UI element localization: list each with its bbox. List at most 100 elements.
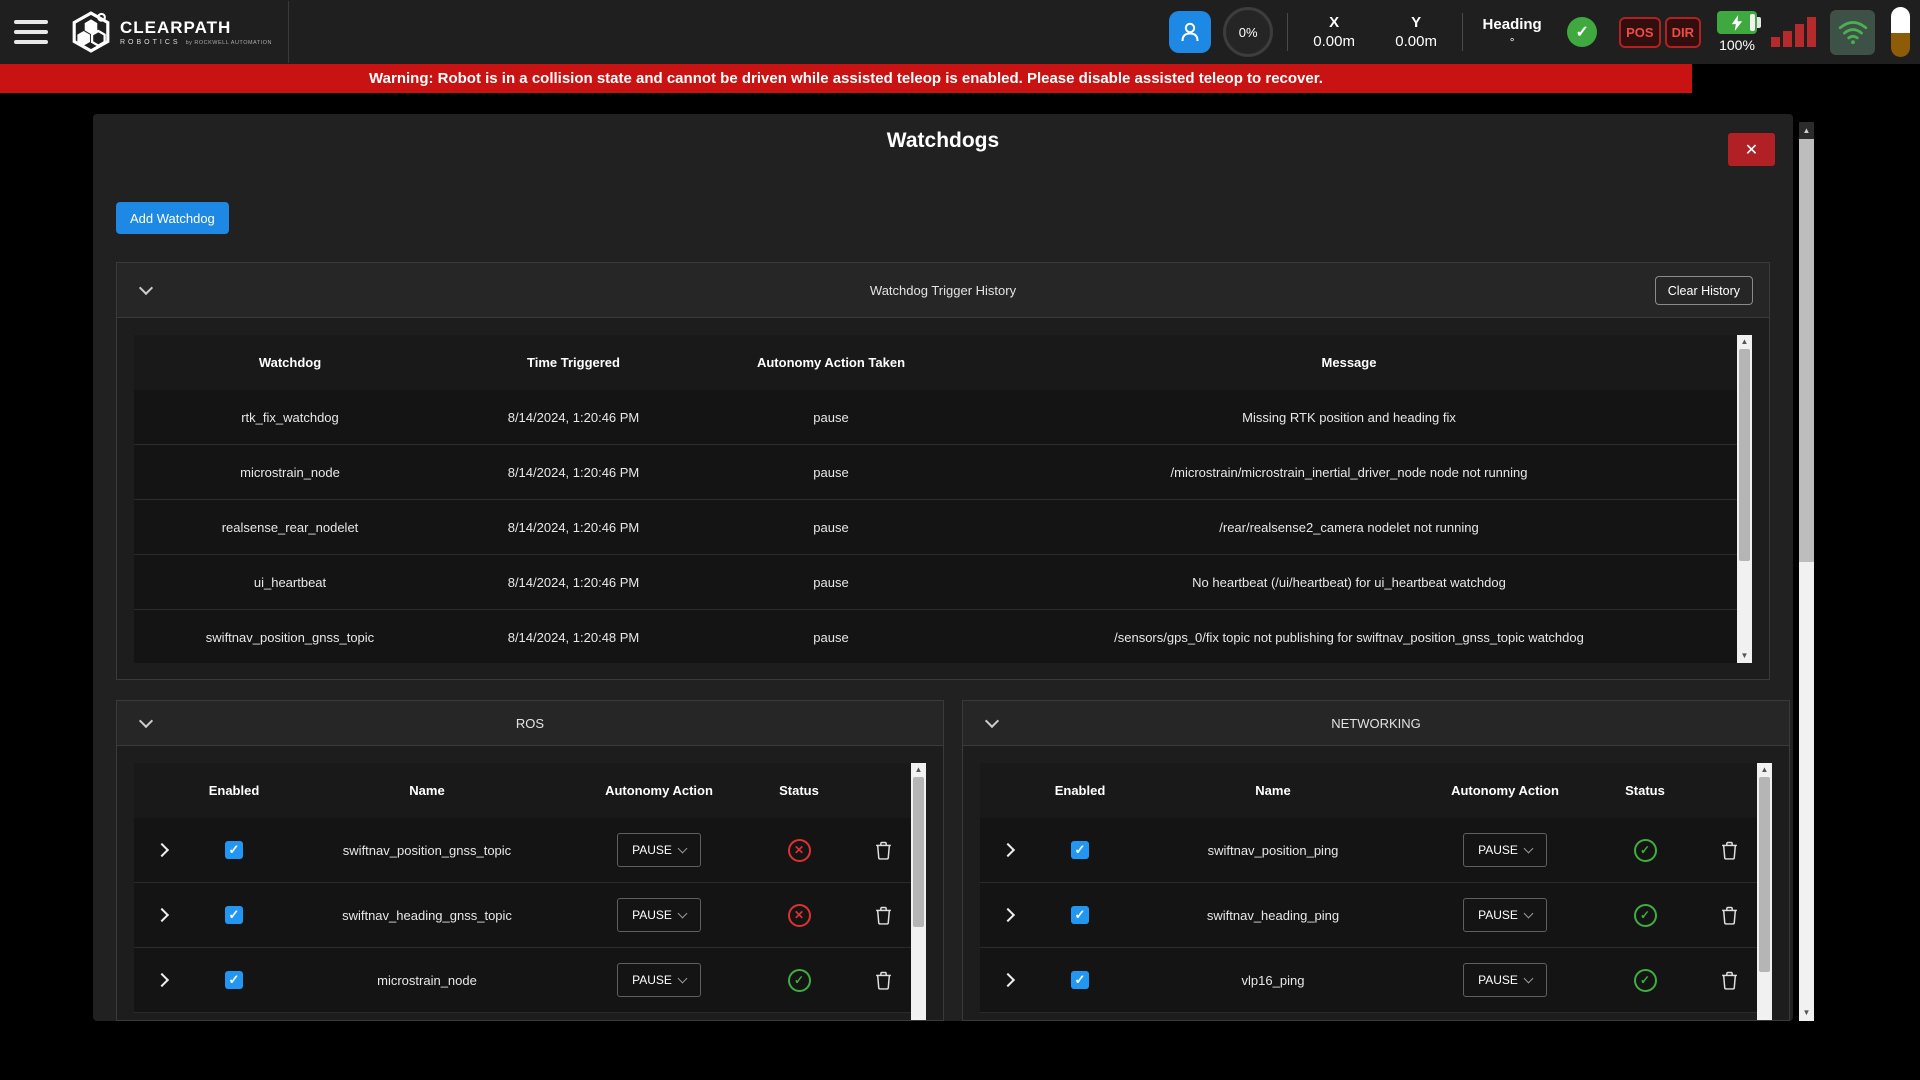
expand-row-button[interactable] [157, 845, 167, 855]
close-button[interactable]: ✕ [1728, 133, 1775, 166]
enabled-checkbox[interactable]: ✓ [1071, 971, 1089, 989]
collapse-ros-button[interactable] [135, 712, 157, 734]
status-icon: ✓ [788, 969, 811, 992]
history-watchdog: swiftnav_position_gnss_topic [134, 630, 446, 645]
topbar-divider [1287, 13, 1288, 51]
chevron-down-icon [677, 908, 687, 918]
autonomy-action-select[interactable]: PAUSE [617, 963, 701, 997]
column-header: Enabled [1036, 783, 1124, 798]
watchdog-row: ✓ swiftnav_position_gnss_topic PAUSE ✕ [134, 818, 926, 883]
column-header: Autonomy Action Taken [701, 355, 961, 370]
chevron-right-icon [155, 908, 169, 922]
clear-history-button[interactable]: Clear History [1655, 276, 1753, 305]
x-label: X [1329, 14, 1339, 31]
scrollbar-thumb[interactable] [1799, 139, 1814, 562]
expand-row-button[interactable] [157, 975, 167, 985]
history-watchdog: microstrain_node [134, 465, 446, 480]
autonomy-action-select[interactable]: PAUSE [1463, 898, 1547, 932]
autonomy-action-select[interactable]: PAUSE [1463, 833, 1547, 867]
watchdog-trigger-history-panel: Watchdog Trigger History Clear History W… [116, 262, 1770, 680]
chevron-right-icon [1001, 843, 1015, 857]
scroll-up-icon[interactable]: ▲ [1799, 122, 1814, 139]
x-value: 0.00m [1313, 33, 1355, 50]
expand-row-button[interactable] [1003, 975, 1013, 985]
signal-bars-icon [1771, 17, 1816, 47]
delete-watchdog-button[interactable] [875, 971, 892, 990]
history-time: 8/14/2024, 1:20:46 PM [446, 575, 701, 590]
enabled-checkbox[interactable]: ✓ [1071, 841, 1089, 859]
chevron-down-icon [139, 280, 153, 294]
collapse-networking-button[interactable] [981, 712, 1003, 734]
enabled-checkbox[interactable]: ✓ [225, 906, 243, 924]
watchdog-row: ✓ swiftnav_heading_ping PAUSE ✓ [980, 883, 1772, 948]
brand-title: CLEARPATH [120, 18, 272, 38]
chevron-down-icon [139, 713, 153, 727]
hamburger-menu-icon[interactable] [14, 18, 50, 46]
expand-row-button[interactable] [1003, 845, 1013, 855]
scrollbar-track[interactable] [1799, 562, 1814, 1004]
history-table-scrollbar[interactable]: ▲ ▼ [1737, 335, 1752, 663]
chevron-down-icon [1523, 908, 1533, 918]
vertical-battery-icon [1891, 7, 1910, 57]
history-time: 8/14/2024, 1:20:46 PM [446, 465, 701, 480]
ros-table-scrollbar[interactable]: ▲ [911, 763, 926, 1020]
enabled-checkbox[interactable]: ✓ [1071, 906, 1089, 924]
warning-text: Warning: Robot is in a collision state a… [369, 70, 1323, 87]
scrollbar-thumb[interactable] [1759, 777, 1770, 972]
add-watchdog-button[interactable]: Add Watchdog [116, 202, 229, 234]
scroll-up-icon[interactable]: ▲ [1741, 335, 1749, 349]
watchdog-name: swiftnav_position_gnss_topic [278, 843, 576, 858]
history-row: swiftnav_position_gnss_topic 8/14/2024, … [134, 610, 1752, 663]
delete-watchdog-button[interactable] [875, 841, 892, 860]
networking-table-scrollbar[interactable]: ▲ [1757, 763, 1772, 1020]
column-header: Name [278, 783, 576, 798]
scroll-up-icon[interactable]: ▲ [915, 763, 923, 777]
scroll-down-icon[interactable]: ▼ [1741, 649, 1749, 663]
trash-icon [875, 906, 892, 925]
column-header: Autonomy Action [576, 783, 742, 798]
delete-watchdog-button[interactable] [1721, 841, 1738, 860]
expand-row-button[interactable] [157, 910, 167, 920]
scroll-up-icon[interactable]: ▲ [1761, 763, 1769, 777]
column-header: Time Triggered [446, 355, 701, 370]
delete-watchdog-button[interactable] [1721, 906, 1738, 925]
modal-scrollbar[interactable]: ▲ ▼ [1799, 122, 1814, 1021]
history-row: microstrain_node 8/14/2024, 1:20:46 PM p… [134, 445, 1752, 500]
trash-icon [1721, 906, 1738, 925]
chevron-down-icon [1523, 843, 1533, 853]
dir-badge: DIR [1665, 17, 1701, 48]
autonomy-action-select[interactable]: PAUSE [617, 833, 701, 867]
delete-watchdog-button[interactable] [1721, 971, 1738, 990]
chevron-down-icon [985, 713, 999, 727]
enabled-checkbox[interactable]: ✓ [225, 841, 243, 859]
expand-row-button[interactable] [1003, 910, 1013, 920]
networking-panel-title: NETWORKING [963, 716, 1789, 731]
autonomy-action-select[interactable]: PAUSE [1463, 963, 1547, 997]
heading-value: ° [1510, 35, 1515, 49]
history-action: pause [701, 520, 961, 535]
watchdog-row: ✓ vlp16_ping PAUSE ✓ [980, 948, 1772, 1013]
scrollbar-thumb[interactable] [913, 777, 924, 927]
history-watchdog: rtk_fix_watchdog [134, 410, 446, 425]
trash-icon [875, 971, 892, 990]
chevron-down-icon [677, 973, 687, 983]
autonomy-action-select[interactable]: PAUSE [617, 898, 701, 932]
heading-ok-icon: ✓ [1567, 17, 1597, 47]
x-coordinate: X 0.00m [1302, 14, 1366, 50]
y-label: Y [1411, 14, 1421, 31]
battery-charging-icon [1717, 11, 1757, 34]
enabled-checkbox[interactable]: ✓ [225, 971, 243, 989]
brand-byline: by ROCKWELL AUTOMATION [186, 40, 272, 46]
column-header: Message [961, 355, 1752, 370]
topbar-divider [288, 1, 289, 63]
history-message: /rear/realsense2_camera nodelet not runn… [961, 520, 1752, 535]
collapse-history-button[interactable] [135, 279, 157, 301]
brand-subtitle: ROBOTICS [120, 39, 181, 46]
delete-watchdog-button[interactable] [875, 906, 892, 925]
scrollbar-thumb[interactable] [1739, 349, 1750, 561]
scroll-down-icon[interactable]: ▼ [1799, 1004, 1814, 1021]
chevron-down-icon [677, 843, 687, 853]
progress-ring: 0% [1223, 7, 1273, 57]
user-avatar-icon[interactable] [1169, 11, 1211, 53]
history-message: /sensors/gps_0/fix topic not publishing … [961, 630, 1752, 645]
